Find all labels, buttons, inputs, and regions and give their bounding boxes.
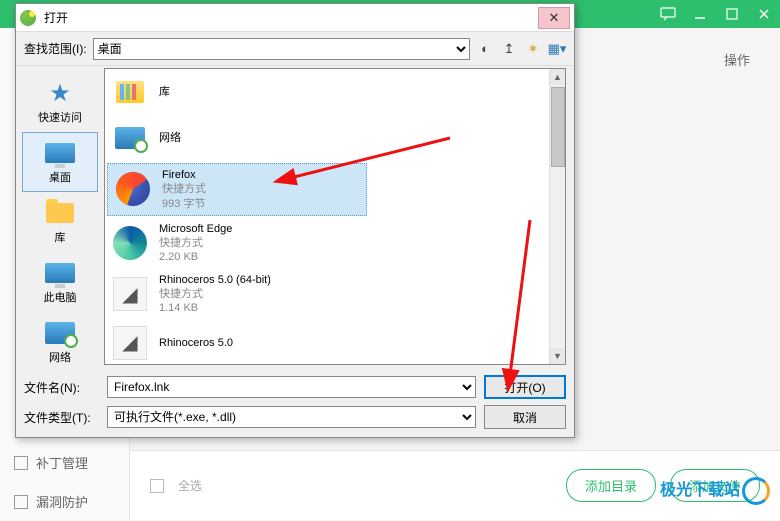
place-monitor[interactable]: 此电脑 bbox=[22, 252, 98, 312]
sidebar-item-label: 漏洞防护 bbox=[36, 492, 88, 511]
place-label: 快速访问 bbox=[38, 109, 82, 125]
look-in-label: 查找范围(I): bbox=[24, 40, 87, 57]
places-bar: ★ 快速访问桌面库此电脑网络 bbox=[16, 66, 104, 367]
place-star[interactable]: ★ 快速访问 bbox=[22, 72, 98, 132]
file-item[interactable]: 库 bbox=[105, 69, 565, 115]
add-dir-button[interactable]: 添加目录 bbox=[566, 469, 656, 502]
dialog-toolbar: 查找范围(I): 桌面 ◐ ↥ ✶ ▦▾ bbox=[16, 32, 574, 66]
file-kind: 快捷方式 bbox=[162, 182, 206, 196]
file-name: Firefox bbox=[162, 168, 206, 182]
file-name: 网络 bbox=[159, 131, 181, 145]
filetype-select[interactable]: 可执行文件(*.exe, *.dll) bbox=[107, 406, 476, 428]
feedback-icon[interactable] bbox=[660, 6, 676, 22]
dialog-footer: 文件名(N): Firefox.lnk 打开(O) 文件类型(T): 可执行文件… bbox=[16, 367, 574, 437]
file-list[interactable]: 库网络Firefox快捷方式993 字节Microsoft Edge快捷方式2.… bbox=[104, 68, 566, 365]
sidebar-item-vuln[interactable]: 漏洞防护 bbox=[0, 482, 129, 521]
shield-icon bbox=[14, 495, 28, 509]
rhino-icon: ◢ bbox=[111, 324, 149, 362]
open-button[interactable]: 打开(O) bbox=[484, 375, 566, 399]
view-menu-icon[interactable]: ▦▾ bbox=[548, 40, 566, 58]
new-folder-icon[interactable]: ✶ bbox=[524, 40, 542, 58]
maximize-icon[interactable] bbox=[724, 6, 740, 22]
place-label: 桌面 bbox=[49, 169, 71, 185]
file-name: Microsoft Edge bbox=[159, 222, 232, 236]
dialog-titlebar: 打开 ✕ bbox=[16, 4, 574, 32]
monitor-icon bbox=[44, 139, 76, 167]
select-all-checkbox[interactable] bbox=[150, 479, 164, 493]
look-in-select[interactable]: 桌面 bbox=[93, 38, 470, 60]
dialog-close-button[interactable]: ✕ bbox=[538, 7, 570, 29]
select-all-label: 全选 bbox=[178, 477, 552, 494]
lib-icon bbox=[111, 73, 149, 111]
ops-column-header: 操作 bbox=[724, 50, 750, 69]
file-name: Rhinoceros 5.0 (64-bit) bbox=[159, 273, 271, 287]
scroll-down-icon[interactable]: ▼ bbox=[550, 348, 565, 364]
patch-icon bbox=[14, 456, 28, 470]
file-size: 1.14 KB bbox=[159, 301, 271, 315]
watermark: 极光下载站 bbox=[660, 476, 770, 505]
file-size: 2.20 KB bbox=[159, 250, 232, 264]
file-kind: 快捷方式 bbox=[159, 236, 232, 250]
file-name: Rhinoceros 5.0 bbox=[159, 336, 233, 350]
place-label: 此电脑 bbox=[44, 289, 77, 305]
file-size: 993 字节 bbox=[162, 197, 206, 211]
scrollbar[interactable]: ▲ ▼ bbox=[549, 69, 565, 364]
scroll-up-icon[interactable]: ▲ bbox=[550, 69, 565, 85]
net-icon bbox=[44, 319, 76, 347]
place-net[interactable]: 网络 bbox=[22, 312, 98, 367]
file-item[interactable]: Microsoft Edge快捷方式2.20 KB bbox=[105, 218, 565, 269]
dialog-title: 打开 bbox=[40, 9, 538, 26]
filename-input[interactable]: Firefox.lnk bbox=[107, 376, 476, 398]
file-item[interactable]: Firefox快捷方式993 字节 bbox=[107, 163, 367, 216]
sidebar-item-patch[interactable]: 补丁管理 bbox=[0, 443, 129, 482]
sidebar-item-label: 补丁管理 bbox=[36, 453, 88, 472]
file-item[interactable]: 网络 bbox=[105, 115, 565, 161]
minimize-icon[interactable] bbox=[692, 6, 708, 22]
watermark-logo-icon bbox=[742, 477, 770, 505]
back-icon[interactable]: ◐ bbox=[476, 40, 494, 58]
filetype-label: 文件类型(T): bbox=[24, 409, 99, 426]
filename-label: 文件名(N): bbox=[24, 379, 99, 396]
file-item[interactable]: ◢ Rhinoceros 5.0 (64-bit)快捷方式1.14 KB bbox=[105, 269, 565, 320]
firefox-icon bbox=[114, 170, 152, 208]
app-icon bbox=[20, 10, 36, 26]
place-label: 网络 bbox=[49, 349, 71, 365]
place-folder[interactable]: 库 bbox=[22, 192, 98, 252]
file-name: 库 bbox=[159, 85, 170, 99]
scroll-thumb[interactable] bbox=[551, 87, 565, 167]
star-icon: ★ bbox=[44, 79, 76, 107]
place-label: 库 bbox=[55, 229, 66, 245]
close-icon[interactable] bbox=[756, 6, 772, 22]
edge-icon bbox=[111, 224, 149, 262]
up-icon[interactable]: ↥ bbox=[500, 40, 518, 58]
cancel-button[interactable]: 取消 bbox=[484, 405, 566, 429]
file-item[interactable]: ◢ Rhinoceros 5.0 bbox=[105, 320, 565, 365]
monitor-icon bbox=[44, 259, 76, 287]
rhino-icon: ◢ bbox=[111, 275, 149, 313]
open-dialog: 打开 ✕ 查找范围(I): 桌面 ◐ ↥ ✶ ▦▾ ★快速访问桌面库此电脑网络 … bbox=[15, 3, 575, 438]
place-monitor[interactable]: 桌面 bbox=[22, 132, 98, 192]
file-kind: 快捷方式 bbox=[159, 287, 271, 301]
net-icon bbox=[111, 119, 149, 157]
folder-icon bbox=[44, 199, 76, 227]
